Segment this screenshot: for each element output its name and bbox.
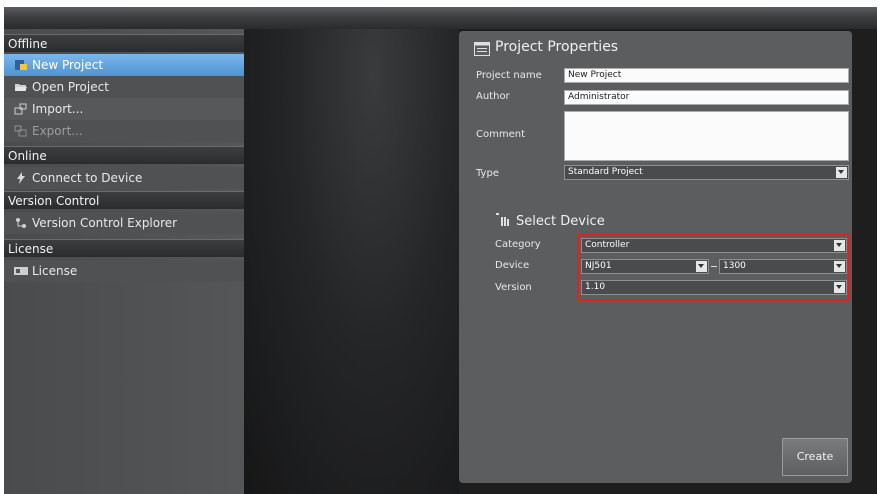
type-label: Type: [476, 168, 499, 179]
version-label: Version: [495, 282, 532, 293]
license-icon: [14, 262, 28, 275]
category-label: Category: [495, 239, 541, 250]
sidebar-item-label: Open Project: [32, 80, 109, 94]
folder-open-icon: [14, 78, 28, 91]
group-header-license: License: [4, 239, 244, 257]
sidebar: Offline New Project Open Project Import.…: [4, 29, 244, 494]
properties-icon: [474, 41, 490, 56]
sidebar-item-new-project[interactable]: New Project: [4, 54, 244, 76]
background-area: [244, 29, 459, 494]
group-header-offline: Offline: [4, 34, 244, 52]
create-button[interactable]: Create: [782, 438, 848, 476]
select-device-icon: [495, 211, 511, 227]
sidebar-item-export[interactable]: Export...: [4, 120, 244, 142]
sidebar-item-open-project[interactable]: Open Project: [4, 76, 244, 98]
chevron-down-icon[interactable]: [836, 167, 847, 178]
comment-field[interactable]: [564, 111, 849, 161]
project-name-field[interactable]: New Project: [564, 68, 849, 83]
sidebar-item-label: License: [32, 264, 78, 278]
author-field[interactable]: Administrator: [564, 90, 849, 105]
export-icon: [14, 122, 28, 137]
new-project-icon: [14, 56, 28, 70]
import-icon: [14, 100, 28, 115]
panel-title: Project Properties: [495, 39, 619, 55]
sidebar-item-label: New Project: [32, 58, 104, 72]
sidebar-item-import[interactable]: Import...: [4, 98, 244, 120]
comment-label: Comment: [476, 129, 525, 140]
select-device-title: Select Device: [516, 214, 605, 229]
sidebar-item-label: Import...: [32, 102, 84, 116]
sidebar-item-connect-to-device[interactable]: Connect to Device: [4, 167, 244, 189]
sidebar-item-label: Version Control Explorer: [32, 216, 178, 230]
version-control-icon: [14, 214, 28, 228]
type-select-value: Standard Project: [568, 167, 643, 177]
sidebar-item-version-control-explorer[interactable]: Version Control Explorer: [4, 212, 244, 234]
lightning-icon: [14, 169, 28, 184]
sidebar-item-license[interactable]: License: [4, 260, 244, 282]
group-header-version-control: Version Control: [4, 191, 244, 209]
highlight-box: [577, 234, 850, 301]
device-label: Device: [495, 260, 530, 271]
author-label: Author: [476, 91, 510, 102]
sidebar-item-label: Connect to Device: [32, 171, 143, 185]
title-bar: [4, 7, 877, 29]
group-header-online: Online: [4, 146, 244, 164]
type-select[interactable]: Standard Project: [564, 165, 849, 180]
sidebar-item-label: Export...: [32, 124, 83, 138]
project-name-label: Project name: [476, 70, 542, 81]
